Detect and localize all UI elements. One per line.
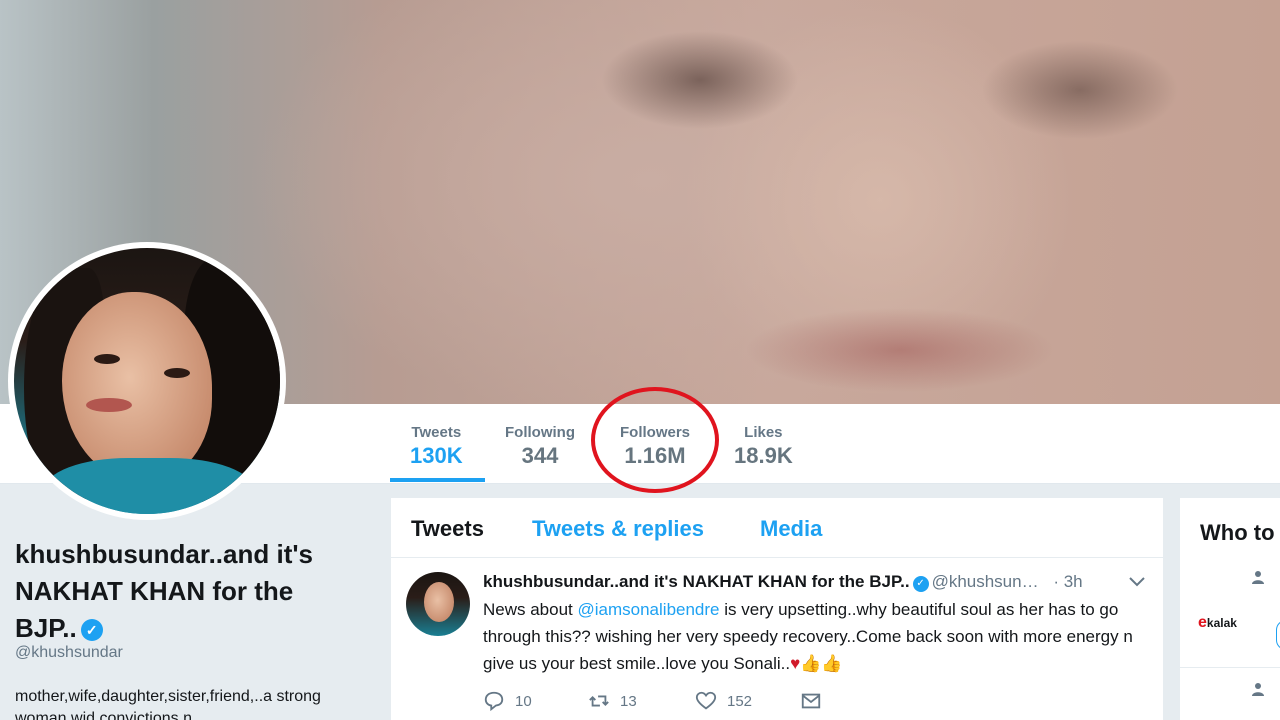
- timeline: Tweets Tweets & replies Media khushbusun…: [391, 498, 1163, 720]
- reply-icon: [484, 691, 504, 712]
- stat-tweets-value: 130K: [410, 443, 463, 468]
- tweet[interactable]: khushbusundar..and it's NAKHAT KHAN for …: [391, 558, 1163, 720]
- like-icon: [695, 691, 717, 710]
- tweet-author-handle[interactable]: @khushsun…: [932, 572, 1039, 591]
- stat-likes[interactable]: Likes 18.9K: [734, 424, 793, 469]
- tweet-text-before: News about: [483, 600, 578, 619]
- who-to-follow-card: Who to ekalak: [1180, 498, 1280, 720]
- avatar-image: [14, 248, 280, 514]
- thumbs-up-emoji: 👍👍: [800, 654, 843, 673]
- stat-following-label: Following: [505, 424, 575, 441]
- tab-media[interactable]: Media: [760, 516, 822, 542]
- who-to-follow-title: Who to: [1200, 520, 1275, 545]
- verified-badge-icon: ✓: [912, 576, 929, 592]
- person-icon: [1252, 571, 1264, 584]
- profile-handle[interactable]: @khushsundar: [15, 644, 123, 662]
- reply-count: 10: [515, 692, 532, 710]
- profile-avatar[interactable]: [8, 242, 286, 520]
- direct-message-button[interactable]: [800, 690, 832, 712]
- tweet-avatar[interactable]: [406, 572, 470, 636]
- tab-tweets-and-replies[interactable]: Tweets & replies: [532, 516, 704, 542]
- tweet-header: khushbusundar..and it's NAKHAT KHAN for …: [483, 572, 1083, 592]
- profile-name-text: khushbusundar..and it's NAKHAT KHAN for …: [15, 539, 313, 643]
- verified-badge-icon: ✓: [80, 619, 103, 642]
- who-to-follow-item[interactable]: ekalak: [1180, 558, 1280, 668]
- profile-bio: mother,wife,daughter,sister,friend,..a s…: [15, 688, 321, 720]
- stat-likes-label: Likes: [744, 424, 783, 441]
- follow-button[interactable]: [1276, 620, 1280, 650]
- stat-likes-value: 18.9K: [734, 443, 793, 468]
- stat-following[interactable]: Following 344: [505, 424, 575, 469]
- timeline-tabs: Tweets Tweets & replies Media: [391, 498, 1163, 558]
- kalakkal-logo: ekalak: [1198, 614, 1237, 631]
- direct-message-icon: [801, 693, 821, 709]
- tweet-timestamp[interactable]: 3h: [1064, 572, 1083, 591]
- followers-highlight-circle: [591, 387, 719, 493]
- tab-tweets[interactable]: Tweets: [411, 516, 484, 542]
- active-tab-underline: [390, 478, 485, 482]
- tweet-mention-link[interactable]: @iamsonalibendre: [578, 600, 720, 619]
- heart-emoji: ♥: [790, 654, 801, 673]
- like-count: 152: [727, 692, 753, 710]
- reply-button[interactable]: 10: [483, 690, 532, 712]
- who-to-follow-item[interactable]: [1180, 670, 1280, 720]
- retweet-button[interactable]: 13: [588, 690, 637, 712]
- stat-following-value: 344: [521, 443, 559, 468]
- retweet-icon: [589, 695, 609, 707]
- tweet-text: News about @iamsonalibendre is very upse…: [483, 596, 1148, 677]
- caret-down-icon[interactable]: [1129, 574, 1145, 592]
- like-button[interactable]: 152: [695, 690, 752, 712]
- tweet-actions: 10 13 152: [483, 690, 1083, 716]
- tweet-author-name[interactable]: khushbusundar..and it's NAKHAT KHAN for …: [483, 572, 910, 591]
- person-icon: [1252, 683, 1264, 696]
- retweet-count: 13: [620, 692, 637, 710]
- profile-name: khushbusundar..and it's NAKHAT KHAN for …: [15, 536, 355, 647]
- stat-tweets[interactable]: Tweets 130K: [410, 424, 463, 469]
- stat-tweets-label: Tweets: [411, 424, 462, 441]
